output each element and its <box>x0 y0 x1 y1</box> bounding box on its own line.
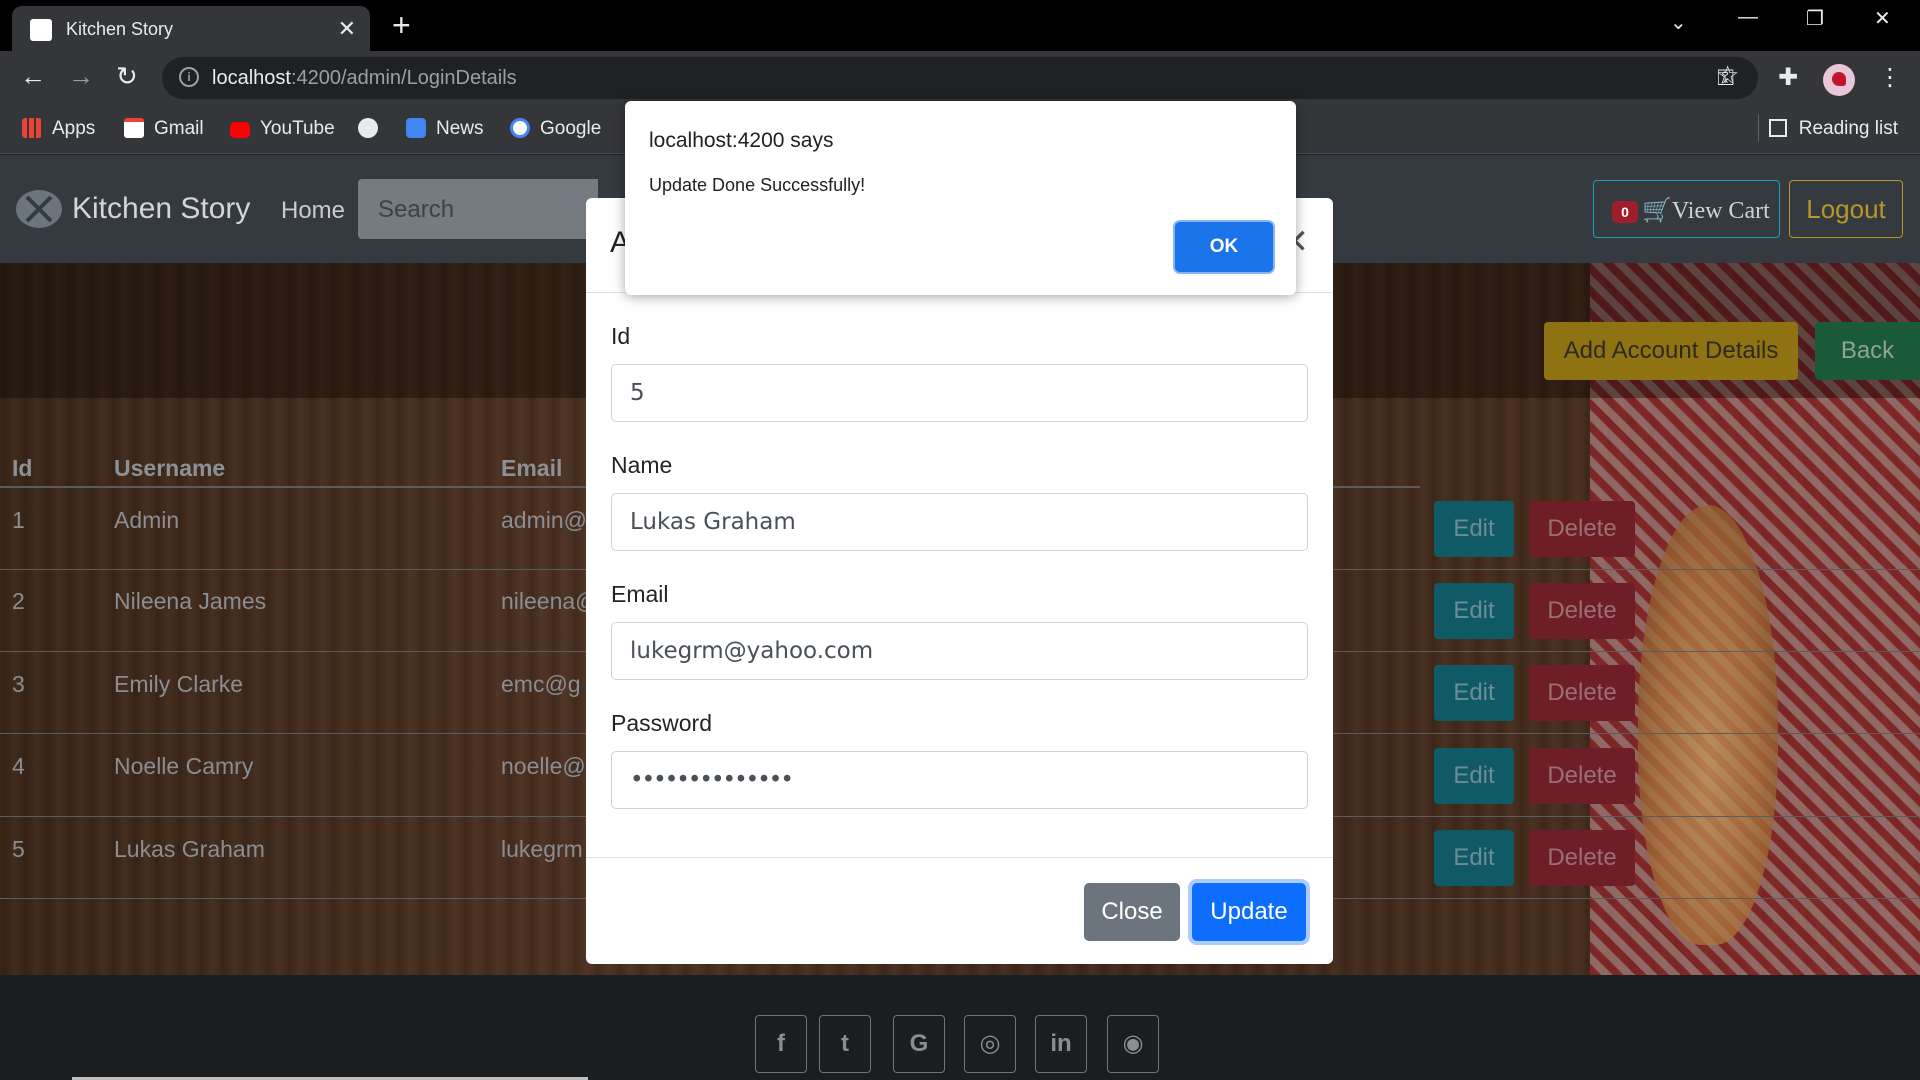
tab-search-icon[interactable]: ⌄ <box>1670 10 1687 35</box>
id-label: Id <box>611 323 631 349</box>
email-label: Email <box>611 581 669 607</box>
cell-username: Admin <box>114 507 180 533</box>
column-header-id: Id <box>12 455 33 481</box>
reload-icon[interactable]: ↻ <box>116 61 138 91</box>
back-button[interactable]: Back <box>1815 322 1920 380</box>
nav-home-link[interactable]: Home <box>281 197 345 225</box>
kitchen-favicon-icon <box>30 19 52 41</box>
minimize-icon[interactable]: — <box>1738 6 1758 29</box>
alert-message: Update Done Successfully! <box>649 175 866 195</box>
browser-tab[interactable]: Kitchen Story ✕ <box>12 6 370 51</box>
news-icon <box>406 118 426 138</box>
modal-footer-divider <box>586 857 1333 858</box>
id-field[interactable]: 5 <box>611 364 1308 422</box>
instagram-icon[interactable]: ◎ <box>964 1015 1016 1073</box>
reading-list-icon <box>1768 119 1787 137</box>
logout-button[interactable]: Logout <box>1789 180 1903 238</box>
reading-list[interactable]: Reading list <box>1768 116 1898 142</box>
facebook-icon[interactable]: f <box>755 1015 807 1073</box>
delete-button[interactable]: Delete <box>1529 501 1635 557</box>
password-field[interactable]: •••••••••••••• <box>611 751 1308 809</box>
cell-email: nileena@ <box>501 588 599 614</box>
alert-ok-button[interactable]: OK <box>1175 222 1273 272</box>
name-field[interactable]: Lukas Graham <box>611 493 1308 551</box>
linkedin-icon[interactable]: in <box>1035 1015 1087 1073</box>
window-close-icon[interactable]: ✕ <box>1874 6 1891 31</box>
close-button[interactable]: Close <box>1084 883 1180 941</box>
site-info-icon[interactable]: i <box>179 67 199 87</box>
twitter-icon[interactable]: t <box>819 1015 871 1073</box>
column-header-username: Username <box>114 455 226 481</box>
gmail-icon <box>124 118 144 138</box>
bookmark-news[interactable]: News <box>406 116 484 142</box>
youtube-icon <box>230 122 250 138</box>
cell-username: Nileena James <box>114 588 267 614</box>
bookmarks-separator <box>1758 114 1759 142</box>
tab-strip: Kitchen Story ✕ + ⌄ — ❐ ✕ <box>0 0 1920 51</box>
forward-arrow-icon[interactable]: → <box>68 61 94 91</box>
cell-email: emc@g <box>501 671 581 697</box>
back-arrow-icon[interactable]: ← <box>20 61 46 91</box>
apps-grid-icon <box>22 118 42 138</box>
cell-username: Emily Clarke <box>114 671 244 697</box>
column-header-email: Email <box>501 455 563 481</box>
tab-close-icon[interactable]: ✕ <box>338 16 356 42</box>
delete-button[interactable]: Delete <box>1529 665 1635 721</box>
cell-email: noelle@ <box>501 753 586 779</box>
cell-email: lukegrm <box>501 836 583 862</box>
cart-count-badge: 0 <box>1612 201 1638 223</box>
bookmark-globe[interactable] <box>358 116 388 142</box>
brand-name[interactable]: Kitchen Story <box>72 192 250 226</box>
kitchen-logo-icon <box>16 190 62 228</box>
cell-username: Lukas Graham <box>114 836 265 862</box>
edit-button[interactable]: Edit <box>1434 748 1514 804</box>
bookmark-google[interactable]: Google <box>510 116 601 142</box>
delete-button[interactable]: Delete <box>1529 748 1635 804</box>
edit-button[interactable]: Edit <box>1434 830 1514 886</box>
cell-username: Noelle Camry <box>114 753 254 779</box>
site-footer <box>0 975 1920 1080</box>
bookmark-apps[interactable]: Apps <box>22 116 95 142</box>
delete-button[interactable]: Delete <box>1529 583 1635 639</box>
cell-email: admin@ <box>501 507 587 533</box>
github-icon[interactable]: ◉ <box>1107 1015 1159 1073</box>
search-input[interactable]: Search <box>358 179 598 239</box>
edit-button[interactable]: Edit <box>1434 583 1514 639</box>
address-bar[interactable]: i localhost:4200/admin/LoginDetails ⚿ <box>162 57 1758 99</box>
profile-avatar[interactable] <box>1823 64 1855 96</box>
cell-id: 3 <box>12 671 25 697</box>
password-label: Password <box>611 710 712 736</box>
cell-id: 1 <box>12 507 25 533</box>
cell-id: 5 <box>12 836 25 862</box>
alert-origin: localhost:4200 says <box>649 129 834 152</box>
view-cart-button[interactable]: 0 🛒View Cart <box>1593 180 1780 238</box>
name-label: Name <box>611 452 673 478</box>
edit-account-modal: A ✕ Id 5 Name Lukas Graham Email lukegrm… <box>586 198 1333 964</box>
menu-kebab-icon[interactable]: ⋮ <box>1878 63 1902 92</box>
cart-icon: 🛒 <box>1642 198 1672 224</box>
add-account-details-button[interactable]: Add Account Details <box>1544 322 1798 380</box>
cell-id: 4 <box>12 753 25 779</box>
tab-title: Kitchen Story <box>66 19 174 39</box>
email-field[interactable]: lukegrm@yahoo.com <box>611 622 1308 680</box>
google-icon <box>510 118 530 138</box>
edit-button[interactable]: Edit <box>1434 665 1514 721</box>
url-text: localhost:4200/admin/LoginDetails <box>212 67 517 89</box>
edit-button[interactable]: Edit <box>1434 501 1514 557</box>
browser-alert-dialog: localhost:4200 says Update Done Successf… <box>625 101 1296 295</box>
bookmark-gmail[interactable]: Gmail <box>124 116 204 142</box>
globe-icon <box>358 118 378 138</box>
browser-toolbar: ← → ↻ i localhost:4200/admin/LoginDetail… <box>0 51 1920 104</box>
extensions-icon[interactable]: ✚ <box>1778 63 1798 92</box>
bookmark-star-icon[interactable]: ☆ <box>1716 60 1739 91</box>
bookmark-youtube[interactable]: YouTube <box>230 116 335 142</box>
delete-button[interactable]: Delete <box>1529 830 1635 886</box>
cell-id: 2 <box>12 588 25 614</box>
wooden-spoon-image <box>1638 505 1778 945</box>
update-button[interactable]: Update <box>1192 883 1306 941</box>
google-icon[interactable]: G <box>893 1015 945 1073</box>
new-tab-icon[interactable]: + <box>392 8 411 42</box>
restore-icon[interactable]: ❐ <box>1806 6 1824 31</box>
